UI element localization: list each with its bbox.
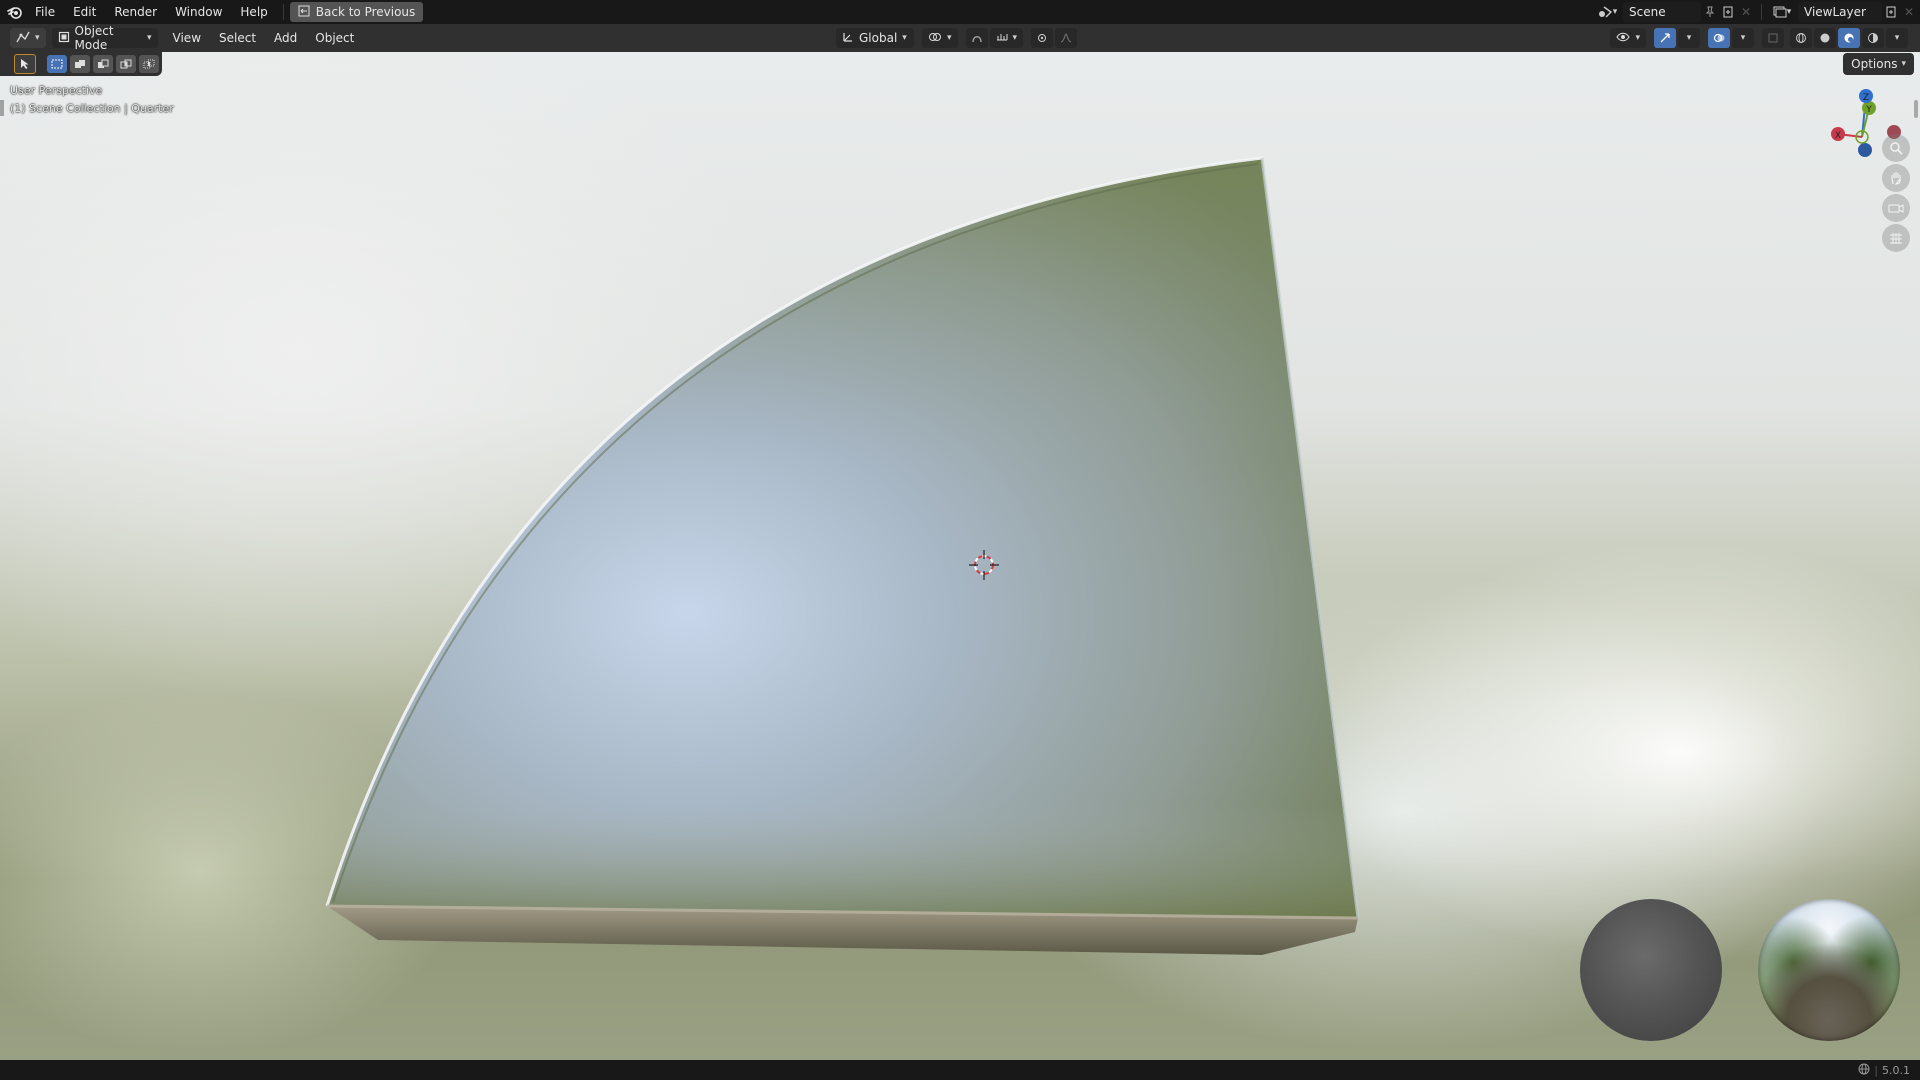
chevron-down-icon: ▾ xyxy=(1901,59,1906,69)
chevron-down-icon: ▾ xyxy=(147,33,152,43)
blender-logo-icon[interactable] xyxy=(4,0,26,24)
editor-type-dropdown[interactable]: ▾ xyxy=(10,28,46,48)
gizmo-toggle-icon[interactable] xyxy=(1654,28,1676,48)
menu-help[interactable]: Help xyxy=(231,0,276,24)
3d-cursor-icon[interactable] xyxy=(968,549,1000,581)
matte-preview-sphere xyxy=(1580,899,1722,1041)
back-to-previous-label: Back to Previous xyxy=(315,5,416,19)
chevron-down-icon: ▾ xyxy=(1635,33,1640,43)
eye-icon xyxy=(1616,31,1631,45)
menu-window[interactable]: Window xyxy=(166,0,231,24)
select-box-invert-icon[interactable] xyxy=(116,55,136,73)
3d-viewport[interactable]: User Perspective (1) Scene Collection | … xyxy=(0,52,1920,1060)
select-box-subtract-icon[interactable] xyxy=(93,55,113,73)
chevron-down-icon: ▾ xyxy=(1012,33,1018,43)
orientation-icon xyxy=(842,31,854,46)
status-separator: | xyxy=(1874,1063,1878,1077)
visibility-dropdown[interactable]: ▾ xyxy=(1610,28,1646,48)
proportional-editing-icon[interactable] xyxy=(1031,28,1054,48)
axis-x-label: X xyxy=(1835,131,1841,141)
select-box-intersect-icon[interactable] xyxy=(139,55,159,73)
scene-field[interactable]: Scene xyxy=(1623,2,1701,22)
axis-y-label: Y xyxy=(1865,105,1872,115)
globe-icon xyxy=(1858,1063,1870,1078)
viewport-header: ▾ Object Mode ▾ View Select Add Object G… xyxy=(0,24,1920,52)
navigation-gizmo[interactable]: X Y Z xyxy=(1810,88,1920,178)
rendered-shading-icon[interactable] xyxy=(1862,28,1884,48)
editor-type-icon xyxy=(16,31,30,46)
view-layer-field[interactable]: ViewLayer xyxy=(1798,2,1882,22)
mode-label: Object Mode xyxy=(74,24,114,52)
view-name: User Perspective xyxy=(10,84,103,97)
chevron-down-icon: ▾ xyxy=(947,33,952,43)
pin-icon[interactable] xyxy=(1701,3,1719,21)
menu-object[interactable]: Object xyxy=(306,31,363,45)
workspace-selectors: ▾ Scene ✕ ▾ ViewLayer ✕ xyxy=(1593,0,1920,24)
options-label: Options xyxy=(1851,57,1898,71)
back-icon xyxy=(298,5,310,20)
menu-render[interactable]: Render xyxy=(105,0,166,24)
new-scene-icon[interactable] xyxy=(1719,3,1737,21)
camera-view-icon[interactable] xyxy=(1882,194,1910,222)
divider xyxy=(282,4,284,20)
sidebar-handle[interactable] xyxy=(1914,100,1918,118)
pan-hand-icon[interactable] xyxy=(1882,164,1910,192)
mode-dropdown[interactable]: Object Mode ▾ xyxy=(51,24,158,52)
select-tool-icon[interactable] xyxy=(14,54,36,74)
menu-select[interactable]: Select xyxy=(210,31,265,45)
chevron-down-icon: ▾ xyxy=(902,33,907,43)
material-preview-shading-icon[interactable] xyxy=(1838,28,1860,48)
falloff-icon[interactable] xyxy=(1055,28,1078,48)
status-bar: | 5.0.1 xyxy=(0,1060,1920,1080)
orientation-dropdown[interactable]: Global ▾ xyxy=(836,28,914,48)
snap-toggle-icon[interactable] xyxy=(965,28,988,48)
menu-file[interactable]: File xyxy=(26,0,64,24)
collection-info: (1) Scene Collection | Quarter xyxy=(10,102,174,115)
snap-increment-icon xyxy=(996,31,1008,46)
axis-z-label: Z xyxy=(1863,93,1869,103)
transform-controls: Global ▾ ▾ ▾ xyxy=(836,28,1078,48)
zoom-icon[interactable] xyxy=(1882,134,1910,162)
tool-header xyxy=(0,52,162,76)
menu-view[interactable]: View xyxy=(164,31,210,45)
new-view-layer-icon[interactable] xyxy=(1882,3,1900,21)
viewport-display-controls: ▾ ▾ ▾ ▾ xyxy=(1610,28,1908,48)
scene-name: Scene xyxy=(1629,5,1666,19)
xray-toggle-icon[interactable] xyxy=(1762,28,1784,48)
object-mode-icon xyxy=(58,31,70,46)
close-scene-icon[interactable]: ✕ xyxy=(1737,3,1755,21)
scene-icon[interactable]: ▾ xyxy=(1593,3,1621,21)
divider xyxy=(1761,4,1762,20)
pivot-icon xyxy=(928,31,942,46)
overlays-dropdown-icon[interactable]: ▾ xyxy=(1732,28,1754,48)
solid-shading-icon[interactable] xyxy=(1814,28,1836,48)
menu-edit[interactable]: Edit xyxy=(64,0,105,24)
select-box-new-icon[interactable] xyxy=(47,55,67,73)
chevron-down-icon: ▾ xyxy=(35,33,40,43)
pivot-point-dropdown[interactable]: ▾ xyxy=(922,28,958,48)
select-box-extend-icon[interactable] xyxy=(70,55,90,73)
view-layer-icon[interactable]: ▾ xyxy=(1768,3,1796,21)
version-label: 5.0.1 xyxy=(1882,1063,1910,1077)
close-view-layer-icon[interactable]: ✕ xyxy=(1900,3,1918,21)
snap-target-dropdown[interactable]: ▾ xyxy=(989,28,1024,48)
shading-dropdown-icon[interactable]: ▾ xyxy=(1886,28,1908,48)
overlays-toggle-icon[interactable] xyxy=(1708,28,1730,48)
orientation-label: Global xyxy=(859,31,898,45)
orthographic-toggle-icon[interactable] xyxy=(1882,224,1910,252)
gizmo-dropdown-icon[interactable]: ▾ xyxy=(1678,28,1700,48)
view-layer-name: ViewLayer xyxy=(1804,5,1866,19)
hdri-preview-sphere xyxy=(1758,899,1900,1041)
back-to-previous-button[interactable]: Back to Previous xyxy=(289,2,424,22)
options-dropdown[interactable]: Options ▾ xyxy=(1843,53,1914,75)
wireframe-shading-icon[interactable] xyxy=(1790,28,1812,48)
menu-add[interactable]: Add xyxy=(265,31,306,45)
top-menu-bar: File Edit Render Window Help Back to Pre… xyxy=(0,0,1920,24)
left-edge-handle[interactable] xyxy=(0,100,4,116)
